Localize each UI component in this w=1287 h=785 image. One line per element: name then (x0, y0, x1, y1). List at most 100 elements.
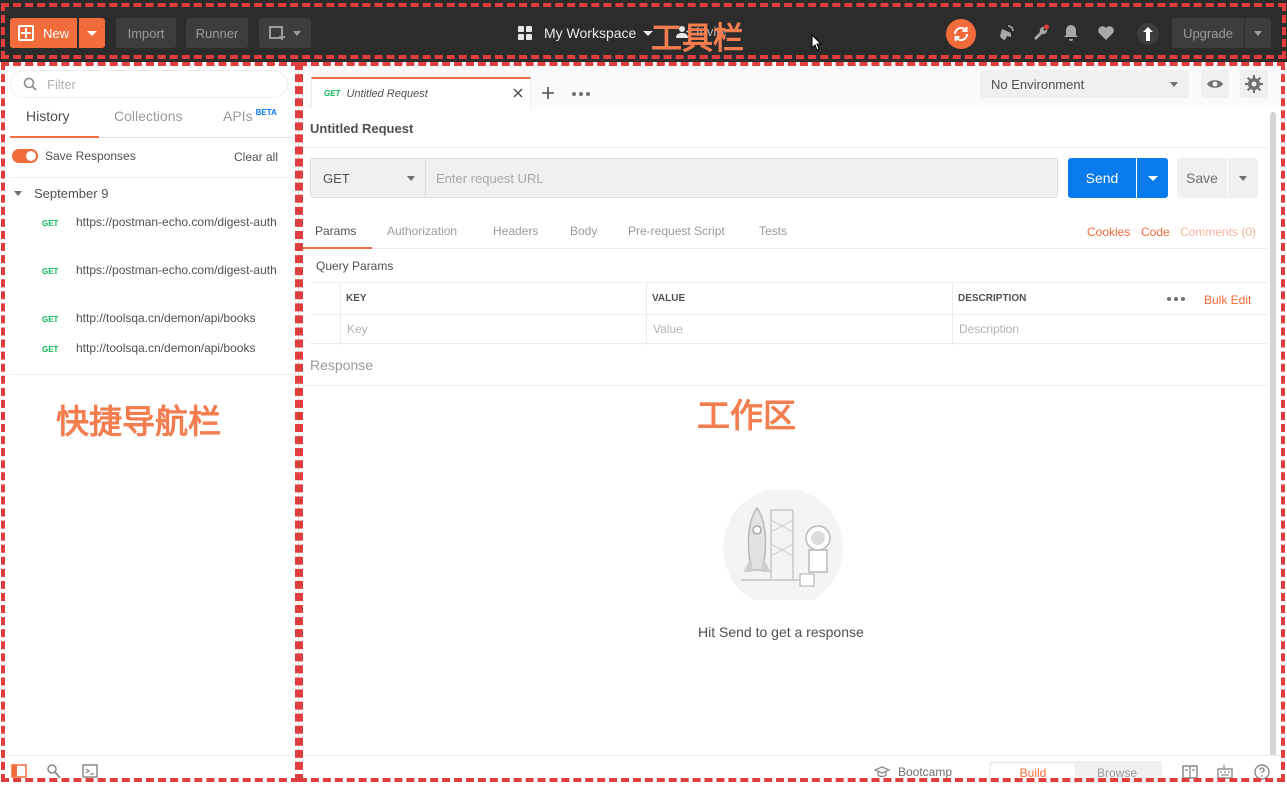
description-input[interactable]: Description (959, 322, 1019, 336)
key-input[interactable]: Key (347, 322, 368, 336)
filter-input[interactable]: Filter (10, 70, 288, 98)
rocket-astronaut-illustration (723, 490, 843, 600)
bootcamp-label: Bootcamp (898, 765, 953, 779)
request-url-input[interactable] (426, 158, 1058, 198)
upgrade-button[interactable]: Upgrade (1172, 18, 1244, 48)
new-window-button[interactable] (259, 18, 311, 48)
code-link[interactable]: Code (1141, 225, 1170, 239)
chevron-down-icon (1239, 175, 1247, 181)
method-badge: GET (42, 315, 59, 324)
build-mode-button[interactable]: Build (991, 764, 1075, 782)
history-url: http://toolsqa.cn/demon/api/books (76, 341, 256, 355)
cookies-link[interactable]: Cookies (1087, 225, 1130, 239)
browse-mode-button[interactable]: Browse (1075, 764, 1159, 782)
two-pane-view-icon[interactable] (1182, 764, 1198, 780)
scrollbar[interactable] (1270, 112, 1276, 785)
history-url: https://postman-echo.com/digest-auth (76, 215, 277, 229)
divider (10, 177, 297, 178)
plus-icon (18, 25, 34, 41)
save-dropdown-button[interactable] (1228, 158, 1258, 198)
annotation-label-toolbar: 工具栏 (651, 21, 744, 57)
upgrade-dropdown-button[interactable] (1245, 18, 1271, 48)
console-icon[interactable] (82, 763, 98, 779)
method-badge: GET (42, 219, 59, 228)
environment-select[interactable]: No Environment (980, 70, 1189, 98)
bulk-edit-link[interactable]: Bulk Edit (1204, 293, 1251, 307)
history-item[interactable]: GET http://toolsqa.cn/demon/api/books (10, 339, 295, 357)
empty-response-message: Hit Send to get a response (698, 624, 864, 640)
tab-body[interactable]: Body (570, 224, 597, 249)
method-badge: GET (42, 267, 59, 276)
clear-all-button[interactable]: Clear all (234, 150, 278, 164)
divider (10, 374, 297, 375)
column-header: KEY (346, 293, 367, 304)
method-value: GET (323, 170, 350, 186)
manage-environments-button[interactable] (1240, 70, 1268, 98)
close-icon[interactable] (512, 87, 524, 99)
graduation-cap-icon (874, 766, 890, 778)
divider (300, 147, 1268, 148)
send-button[interactable]: Send (1068, 158, 1136, 198)
tab-tests[interactable]: Tests (759, 224, 787, 249)
tab-authorization[interactable]: Authorization (387, 224, 457, 249)
tab-history-label: History (26, 108, 70, 124)
new-button[interactable]: New (10, 18, 77, 48)
history-item[interactable]: GET http://toolsqa.cn/demon/api/books (10, 309, 295, 327)
sidebar-tabs: History Collections APIs BETA (10, 108, 297, 138)
query-params-title: Query Params (316, 259, 394, 273)
heart-icon (1098, 26, 1114, 40)
import-button[interactable]: Import (116, 18, 176, 48)
bootcamp-button[interactable]: Bootcamp (874, 765, 952, 779)
heart-button[interactable] (1096, 23, 1116, 43)
query-params-table: KEY Key VALUE Value DESCRIPTION Descript… (310, 282, 1268, 345)
comments-link[interactable]: Comments (0) (1180, 225, 1256, 239)
wrench-icon (1034, 24, 1049, 40)
history-url: https://postman-echo.com/digest-auth (76, 263, 277, 277)
request-tab[interactable]: GET Untitled Request (311, 77, 531, 108)
annotation-label-sidebar: 快捷导航栏 (56, 402, 221, 441)
runner-button[interactable]: Runner (186, 18, 248, 48)
tab-pre-request-script[interactable]: Pre-request Script (628, 224, 725, 249)
tab-params[interactable]: Params (300, 224, 372, 249)
help-icon[interactable] (1254, 764, 1270, 780)
environment-quick-look-button[interactable] (1201, 70, 1229, 98)
workspace-selector[interactable]: My Workspace (518, 22, 654, 44)
add-window-icon (269, 26, 285, 40)
chevron-down-icon (1170, 82, 1178, 87)
history-item[interactable]: GET https://postman-echo.com/digest-auth (10, 261, 295, 279)
more-options-icon[interactable] (1167, 297, 1185, 301)
column-header: DESCRIPTION (958, 293, 1027, 304)
save-button[interactable]: Save (1177, 158, 1227, 198)
send-dropdown-button[interactable] (1137, 158, 1168, 198)
sync-icon (953, 26, 969, 42)
save-responses-label: Save Responses (45, 149, 136, 163)
tab-history[interactable]: History (10, 108, 99, 138)
new-dropdown-button[interactable] (79, 18, 105, 48)
value-input[interactable]: Value (653, 322, 683, 336)
sync-button[interactable] (946, 19, 976, 49)
keyboard-shortcuts-icon[interactable] (1217, 764, 1233, 780)
chevron-down-icon (1147, 175, 1158, 181)
toggle-sidebar-icon[interactable] (11, 763, 27, 779)
interceptor-button[interactable] (996, 23, 1016, 43)
chevron-down-icon (293, 30, 301, 36)
bell-icon (1064, 25, 1078, 41)
find-icon[interactable] (46, 763, 62, 779)
tab-apis[interactable]: APIs BETA (223, 108, 277, 138)
tab-collections[interactable]: Collections (114, 108, 182, 138)
tab-apis-label: APIs (223, 108, 253, 124)
annotation-label-workspace: 工作区 (697, 396, 796, 435)
toggle-switch[interactable] (12, 149, 38, 163)
plus-icon[interactable] (541, 86, 555, 100)
settings-wrench-button[interactable] (1031, 23, 1051, 43)
method-select[interactable]: GET (310, 158, 426, 198)
history-group-header[interactable]: September 9 (14, 186, 108, 201)
tab-headers[interactable]: Headers (493, 224, 538, 249)
history-item[interactable]: GET https://postman-echo.com/digest-auth (10, 213, 295, 231)
chevron-down-icon (1254, 30, 1262, 36)
more-tabs-icon[interactable] (572, 92, 590, 96)
avatar[interactable] (1137, 23, 1159, 45)
notifications-button[interactable] (1061, 23, 1081, 43)
request-title[interactable]: Untitled Request (310, 121, 413, 136)
save-responses-toggle[interactable]: Save Responses (12, 149, 136, 163)
